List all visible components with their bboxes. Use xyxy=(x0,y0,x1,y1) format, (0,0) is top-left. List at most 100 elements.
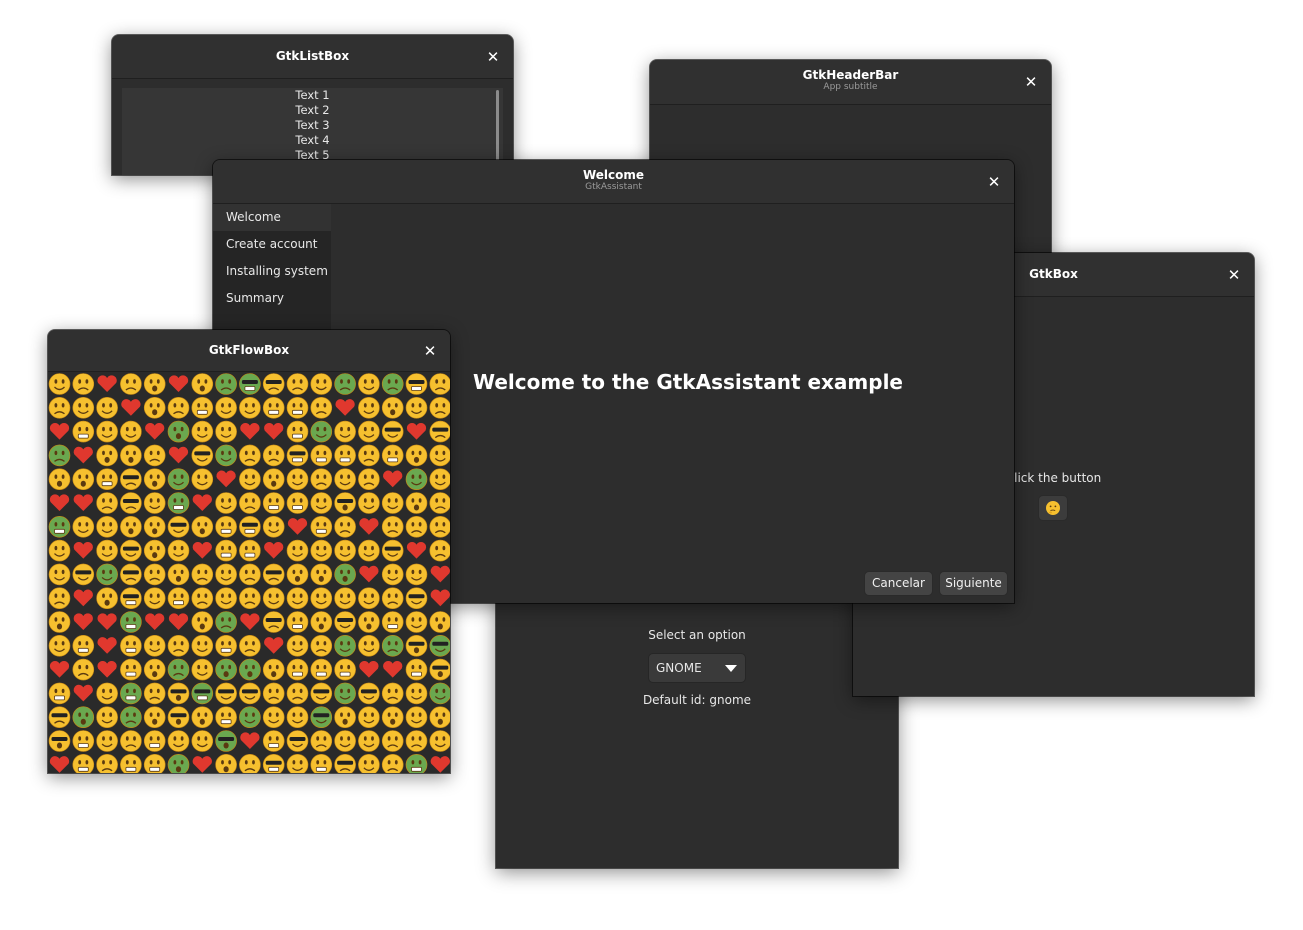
emoji-item[interactable] xyxy=(381,396,404,419)
emoji-item[interactable] xyxy=(381,444,404,467)
emoji-item[interactable] xyxy=(240,613,260,630)
emoji-item[interactable] xyxy=(405,373,428,395)
emoji-item[interactable] xyxy=(120,754,142,773)
emoji-item[interactable] xyxy=(215,373,237,395)
emoji-item[interactable] xyxy=(262,658,285,681)
emoji-item[interactable] xyxy=(429,658,450,681)
emoji-item[interactable] xyxy=(48,682,71,705)
emoji-item[interactable] xyxy=(72,754,95,773)
emoji-item[interactable] xyxy=(143,634,166,657)
emoji-item[interactable] xyxy=(191,658,214,681)
emoji-item[interactable] xyxy=(286,706,309,729)
emoji-item[interactable] xyxy=(334,634,356,657)
emoji-item[interactable] xyxy=(310,420,333,443)
emoji-item[interactable] xyxy=(405,706,428,729)
emoji-item[interactable] xyxy=(143,706,166,729)
cancel-button[interactable]: Cancelar xyxy=(864,571,933,596)
emoji-item[interactable] xyxy=(239,682,261,705)
emoji-item[interactable] xyxy=(240,422,260,440)
emoji-item[interactable] xyxy=(310,706,333,729)
emoji-item[interactable] xyxy=(381,634,404,657)
emoji-item[interactable] xyxy=(310,444,333,467)
list-item[interactable]: Text 4 xyxy=(122,133,503,148)
emoji-item[interactable] xyxy=(310,682,333,705)
emoji-item[interactable] xyxy=(286,730,309,752)
emoji-item[interactable] xyxy=(192,541,212,559)
emoji-item[interactable] xyxy=(334,682,356,705)
emoji-item[interactable] xyxy=(264,541,284,559)
emoji-item[interactable] xyxy=(215,682,237,705)
emoji-item[interactable] xyxy=(405,611,428,633)
emoji-item[interactable] xyxy=(429,468,450,490)
next-button[interactable]: Siguiente xyxy=(939,571,1008,596)
emoji-item[interactable] xyxy=(334,420,356,443)
emoji-item[interactable] xyxy=(429,492,450,514)
emoji-item[interactable] xyxy=(143,658,166,681)
emoji-item[interactable] xyxy=(167,539,190,562)
emoji-item[interactable] xyxy=(120,563,142,586)
emoji-item[interactable] xyxy=(358,420,380,443)
emoji-item[interactable] xyxy=(262,611,285,633)
emoji-item[interactable] xyxy=(429,539,450,562)
emoji-item[interactable] xyxy=(120,682,142,705)
emoji-item[interactable] xyxy=(143,587,166,609)
emoji-item[interactable] xyxy=(167,420,190,443)
emoji-item[interactable] xyxy=(191,444,214,467)
emoji-item[interactable] xyxy=(239,563,261,586)
emoji-item[interactable] xyxy=(358,444,380,467)
emoji-item[interactable] xyxy=(358,682,380,705)
emoji-item[interactable] xyxy=(264,637,284,654)
emoji-item[interactable] xyxy=(286,682,309,705)
emoji-item[interactable] xyxy=(334,492,356,514)
emoji-item[interactable] xyxy=(143,516,166,538)
emoji-item[interactable] xyxy=(96,516,118,538)
emoji-item[interactable] xyxy=(49,494,70,511)
emoji-item[interactable] xyxy=(429,611,450,633)
emoji-item[interactable] xyxy=(96,682,118,705)
emoji-item[interactable] xyxy=(381,563,404,586)
emoji-item[interactable] xyxy=(358,373,380,395)
emoji-item[interactable] xyxy=(405,563,428,586)
emoji-item[interactable] xyxy=(310,754,333,773)
sidebar-item-installing-system[interactable]: Installing system xyxy=(213,258,331,285)
emoji-item[interactable] xyxy=(383,470,403,488)
list-item[interactable]: Text 1 xyxy=(122,88,503,103)
emoji-item[interactable] xyxy=(167,754,190,773)
emoji-item[interactable] xyxy=(262,492,285,514)
emoji-item[interactable] xyxy=(286,754,309,773)
emoji-item[interactable] xyxy=(96,396,118,419)
emoji-item[interactable] xyxy=(48,396,71,419)
emoji-item[interactable] xyxy=(120,658,142,681)
emoji-item[interactable] xyxy=(405,492,428,514)
emoji-item[interactable] xyxy=(359,518,379,535)
emoji-item[interactable] xyxy=(96,468,118,490)
emoji-item[interactable] xyxy=(262,516,285,538)
emoji-item[interactable] xyxy=(167,468,190,490)
emoji-item[interactable] xyxy=(286,373,309,395)
emoji-item[interactable] xyxy=(73,684,93,702)
emoji-item[interactable] xyxy=(73,446,93,464)
emoji-item[interactable] xyxy=(73,613,93,630)
emoji-item[interactable] xyxy=(96,563,118,586)
emoji-item[interactable] xyxy=(286,563,309,586)
emoji-item[interactable] xyxy=(239,706,261,729)
emoji-item[interactable] xyxy=(167,706,190,729)
list-item[interactable]: Text 3 xyxy=(122,118,503,133)
emoji-item[interactable] xyxy=(96,754,118,773)
emoji-item[interactable] xyxy=(286,539,309,562)
emoji-item[interactable] xyxy=(381,730,404,752)
emoji-item[interactable] xyxy=(191,373,214,395)
emoji-item[interactable] xyxy=(48,587,71,609)
emoji-item[interactable] xyxy=(143,373,166,395)
emoji-item[interactable] xyxy=(72,658,95,681)
emoji-item[interactable] xyxy=(286,420,309,443)
emoji-item[interactable] xyxy=(49,756,70,773)
emoji-item[interactable] xyxy=(334,587,356,609)
emoji-item[interactable] xyxy=(48,563,71,586)
emoji-item[interactable] xyxy=(262,730,285,752)
emoji-item[interactable] xyxy=(167,587,190,609)
emoji-item[interactable] xyxy=(215,706,237,729)
assistant-titlebar[interactable]: Welcome GtkAssistant ✕ xyxy=(213,160,1014,204)
emoji-item[interactable] xyxy=(310,730,333,752)
emoji-item[interactable] xyxy=(143,396,166,419)
